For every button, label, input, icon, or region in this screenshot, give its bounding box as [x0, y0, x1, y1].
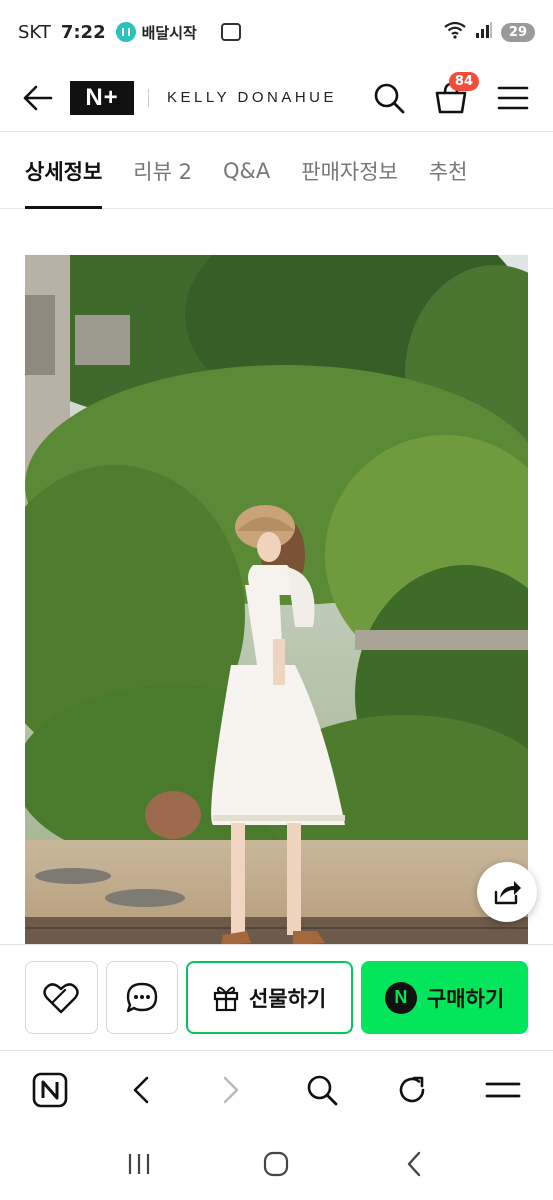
home-icon: [264, 1151, 289, 1177]
brand-name[interactable]: KELLY DONAHUE: [167, 89, 337, 106]
product-photo-illustration: [25, 255, 528, 945]
gift-button[interactable]: 선물하기: [186, 961, 354, 1034]
back-button[interactable]: [20, 80, 56, 116]
heart-icon: [43, 982, 79, 1013]
home-button[interactable]: [252, 1140, 300, 1188]
tab-details[interactable]: 상세정보: [25, 133, 103, 209]
recent-apps-button[interactable]: [115, 1140, 163, 1188]
product-tabs: 상세정보 리뷰 2 Q&A 판매자정보 추천: [0, 133, 553, 209]
browser-toolbar: [0, 1050, 553, 1128]
cart-count-badge: 84: [448, 71, 479, 91]
purchase-action-bar: 선물하기 N 구매하기: [0, 944, 553, 1050]
share-icon: [494, 881, 521, 905]
share-button[interactable]: [477, 862, 537, 922]
tab-qna[interactable]: Q&A: [223, 133, 270, 209]
signal-icon: [475, 21, 493, 43]
search-button[interactable]: [369, 78, 409, 118]
status-bar: SKT 7:22 배달시작 29: [0, 0, 553, 64]
carrier: SKT: [18, 21, 51, 43]
buy-label: 구매하기: [426, 986, 505, 1011]
tab-recommend[interactable]: 추천: [429, 133, 468, 209]
tab-reviews[interactable]: 리뷰 2: [133, 133, 192, 209]
naver-home-icon: [32, 1072, 68, 1107]
header-divider: [148, 88, 149, 107]
system-navigation-bar: [0, 1128, 553, 1200]
notification-text: 배달시작: [141, 23, 197, 42]
gift-label: 선물하기: [248, 986, 327, 1011]
chevron-left-icon: [133, 1076, 148, 1103]
talk-button[interactable]: [105, 961, 179, 1034]
back-arrow-icon: [23, 85, 53, 110]
menu-icon: [485, 1082, 521, 1097]
gift-icon: [213, 986, 239, 1011]
cart-button[interactable]: 84: [431, 71, 479, 118]
wifi-icon: [443, 21, 467, 43]
recent-apps-icon: [128, 1154, 149, 1174]
wishlist-button[interactable]: [25, 961, 98, 1034]
browser-back-button[interactable]: [119, 1068, 163, 1112]
product-image[interactable]: [25, 255, 528, 945]
buy-button[interactable]: N 구매하기: [361, 961, 528, 1034]
search-icon: [307, 1075, 338, 1105]
tab-seller-info[interactable]: 판매자정보: [301, 133, 398, 209]
system-back-button[interactable]: [390, 1140, 438, 1188]
app-header: N+ KELLY DONAHUE 84: [0, 64, 553, 132]
reload-button[interactable]: [390, 1068, 434, 1112]
browser-menu-button[interactable]: [481, 1068, 525, 1112]
menu-icon: [497, 86, 529, 109]
reload-icon: [400, 1076, 425, 1102]
search-icon: [374, 83, 405, 113]
naver-pay-icon: N: [384, 981, 417, 1014]
naver-home-button[interactable]: [28, 1068, 72, 1112]
menu-button[interactable]: [493, 78, 533, 118]
baemin-icon: [115, 22, 136, 42]
clock: 7:22: [60, 21, 106, 43]
browser-search-button[interactable]: [300, 1068, 344, 1112]
naver-plus-logo[interactable]: N+: [70, 80, 134, 115]
chat-icon: [126, 982, 158, 1012]
back-chevron-icon: [407, 1151, 421, 1177]
delivery-notification: 배달시작: [115, 22, 197, 43]
browser-forward-button[interactable]: [209, 1068, 253, 1112]
battery-indicator: 29: [500, 22, 535, 42]
screen-cast-icon: [220, 23, 241, 41]
chevron-right-icon: [223, 1076, 239, 1103]
